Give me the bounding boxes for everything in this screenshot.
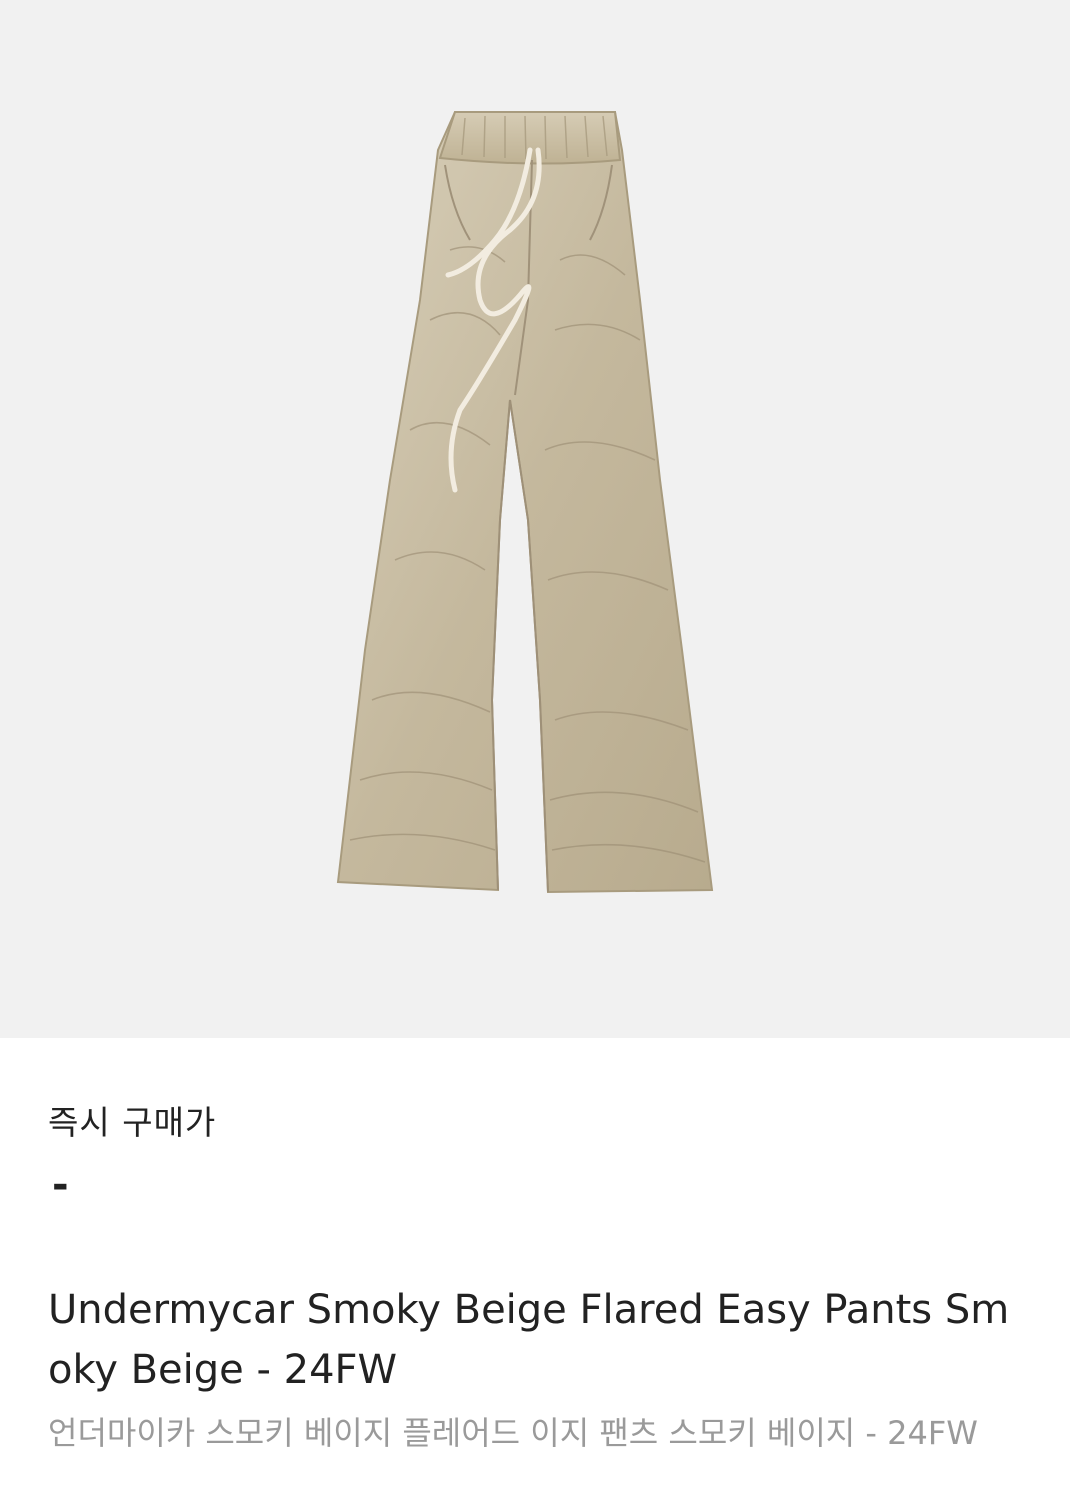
price-value: - — [52, 1162, 69, 1208]
price-label: 즉시 구매가 — [48, 1103, 217, 1142]
pants-illustration — [336, 111, 714, 894]
product-image[interactable] — [0, 0, 1070, 1038]
product-detail-page: 즉시 구매가 - Undermycar Smoky Beige Flared E… — [0, 0, 1070, 1500]
product-title-korean: 언더마이카 스모키 베이지 플레어드 이지 팬츠 스모키 베이지 - 24FW — [48, 1414, 978, 1452]
product-title-english: Undermycar Smoky Beige Flared Easy Pants… — [48, 1287, 1010, 1393]
